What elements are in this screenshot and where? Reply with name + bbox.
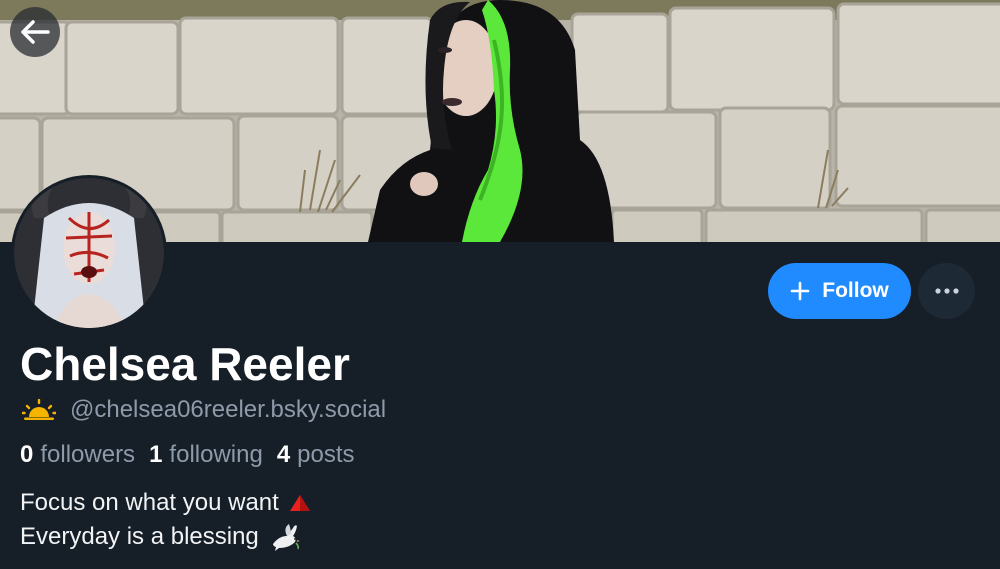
- bio-text: Everyday is a blessing: [20, 523, 259, 550]
- follow-button[interactable]: Follow: [768, 263, 911, 319]
- following-value: 1: [149, 441, 163, 468]
- more-options-button[interactable]: [918, 263, 975, 319]
- followers-count[interactable]: 0 followers: [20, 441, 135, 469]
- followers-label: followers: [40, 441, 136, 468]
- dove-icon: [272, 524, 300, 551]
- handle: @chelsea06reeler.bsky.social: [70, 396, 387, 423]
- sunrise-icon: [22, 399, 56, 420]
- bio-line: Everyday is a blessing: [20, 520, 311, 554]
- back-button[interactable]: [10, 7, 60, 57]
- red-triangle-icon: [289, 495, 310, 511]
- bio-text: Focus on what you want: [20, 489, 279, 516]
- display-name: Chelsea Reeler: [20, 338, 350, 390]
- profile-stats: 0 followers 1 following 4 posts: [20, 438, 369, 472]
- posts-count: 4 posts: [277, 441, 355, 469]
- back-arrow-icon: [21, 20, 50, 44]
- profile-bio: Focus on what you want Everyday is a ble…: [20, 486, 311, 554]
- handle-row: @chelsea06reeler.bsky.social: [22, 394, 386, 426]
- following-label: following: [169, 441, 263, 468]
- ellipsis-icon: [934, 288, 959, 294]
- avatar[interactable]: [11, 175, 167, 331]
- posts-label: posts: [297, 441, 355, 468]
- bio-line: Focus on what you want: [20, 486, 311, 520]
- avatar-image: [14, 178, 164, 328]
- follow-button-label: Follow: [822, 279, 889, 302]
- following-count[interactable]: 1 following: [149, 441, 263, 469]
- posts-value: 4: [276, 441, 291, 468]
- followers-value: 0: [20, 441, 34, 468]
- plus-icon: [790, 281, 810, 301]
